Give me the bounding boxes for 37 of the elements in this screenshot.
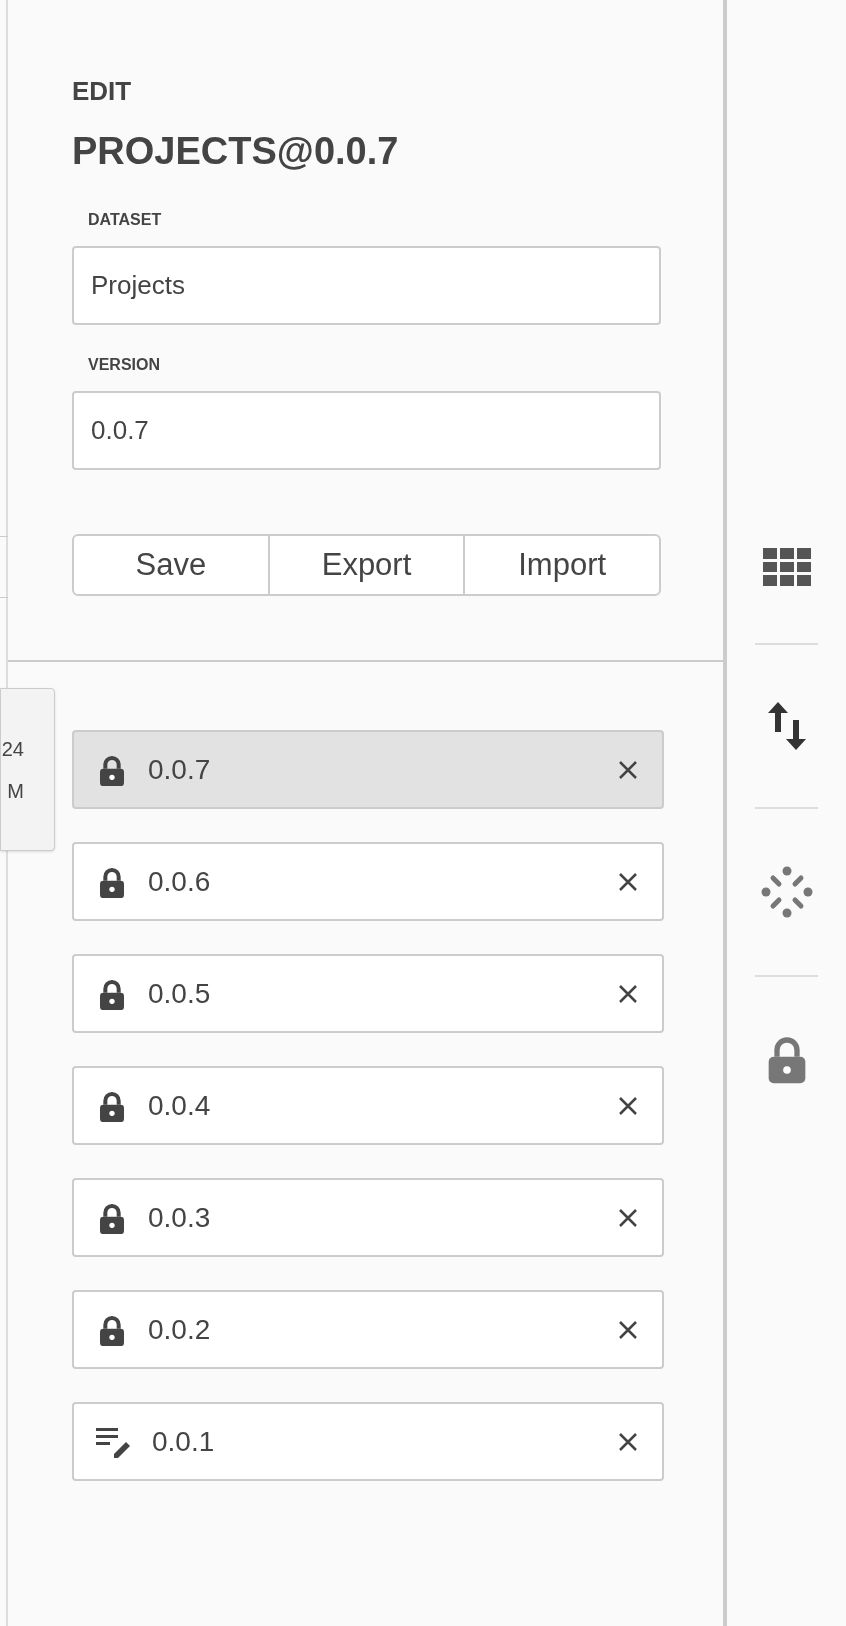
version-row[interactable]: 0.0.4 [72,1066,664,1145]
edit-note-icon [96,1425,132,1458]
version-label: 0.0.7 [148,752,212,787]
version-label: 0.0.1 [152,1424,216,1459]
field-label: DATASET [88,210,162,230]
toolbar-button[interactable]: Export [267,534,466,596]
version-row[interactable]: 0.0.2 [72,1290,664,1369]
close-button[interactable] [618,1431,638,1452]
version-row[interactable]: 0.0.7 [72,730,664,809]
panel-title: PROJECTS@0.0.7 [72,129,400,174]
lock-icon[interactable] [766,1034,807,1086]
text-field[interactable]: 0.0.7 [72,391,661,470]
version-row[interactable]: 0.0.3 [72,1178,664,1257]
version-row[interactable]: 0.0.5 [72,954,664,1033]
version-label: 0.0.3 [148,1200,212,1235]
panel-heading: EDIT [72,75,133,108]
spinner-icon[interactable] [760,866,813,918]
text-field[interactable]: Projects [72,246,661,325]
version-label: 0.0.6 [148,864,212,899]
close-button[interactable] [618,871,638,892]
close-button[interactable] [618,1319,638,1340]
close-button[interactable] [618,1095,638,1116]
tooltip-text: M [7,778,24,804]
version-label: 0.0.2 [148,1312,212,1347]
close-button[interactable] [618,983,638,1004]
version-label: 0.0.5 [148,976,212,1011]
toolbar-button[interactable]: Save [72,534,270,596]
version-label: 0.0.4 [148,1088,212,1123]
grid-icon[interactable] [762,548,811,586]
field-label: VERSION [88,355,160,375]
close-button[interactable] [618,1207,638,1228]
sort-arrows-icon[interactable] [767,702,806,750]
toolbar-button[interactable]: Import [463,534,661,596]
version-row[interactable]: 0.0.1 [72,1402,664,1481]
tooltip-text: 24 [1,736,24,762]
version-row[interactable]: 0.0.6 [72,842,664,921]
close-button[interactable] [618,759,638,780]
